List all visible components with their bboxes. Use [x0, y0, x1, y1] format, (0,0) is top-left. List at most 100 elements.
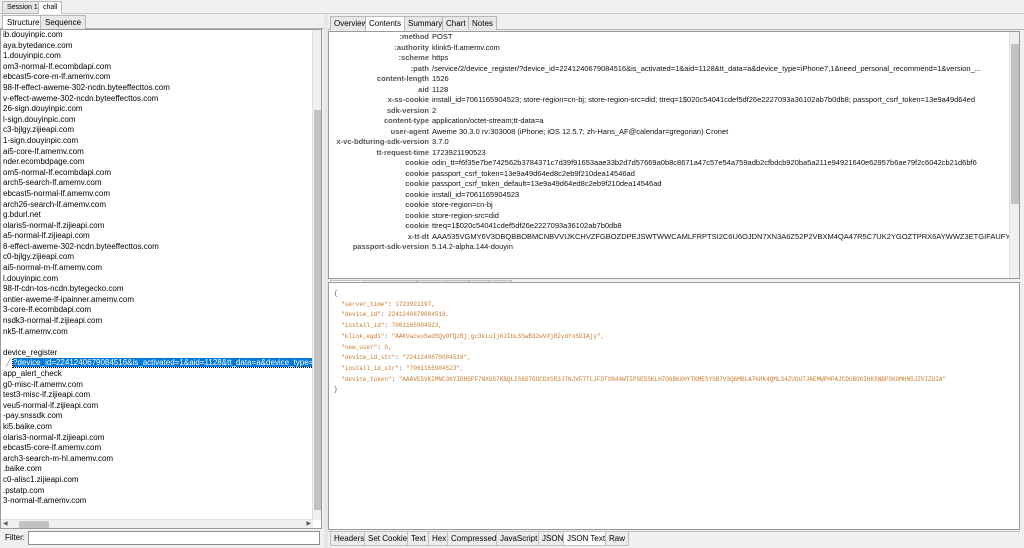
response-subtab-headers[interactable]: Headers — [330, 532, 369, 546]
header-row[interactable]: cookie store-region-src=did — [329, 211, 1009, 222]
tree-row[interactable]: arch3-search-m-hl.amemv.com — [1, 454, 313, 465]
tree-row[interactable]: ib.douyinpic.com — [1, 30, 313, 41]
header-row[interactable]: cookie store-region=cn-bj — [329, 200, 1009, 211]
tree-row[interactable]: ebcast5-core-m-lf.amemv.com — [1, 72, 313, 83]
tree-row[interactable]: 1.douyinpic.com — [1, 51, 313, 62]
tree-row[interactable]: 1-sign.douyinpic.com — [1, 136, 313, 147]
tab-notes[interactable]: Notes — [468, 16, 497, 30]
headers-vertical-scrollbar[interactable] — [1009, 32, 1019, 278]
tab-contents[interactable]: Contents — [365, 16, 406, 31]
tab-chall[interactable]: chall — [38, 1, 63, 14]
json-value: "7061165904523", — [406, 364, 464, 372]
json-line: "install_id": 7061165904523, — [341, 322, 443, 330]
tab-chart[interactable]: Chart — [442, 16, 470, 30]
header-row[interactable]: cookie install_id=7061165904523 — [329, 190, 1009, 201]
tree-row[interactable]: nder.ecombdpage.com — [1, 157, 313, 168]
scroll-right-icon[interactable]: ▶ — [306, 520, 311, 528]
tree-row[interactable]: ki5.baike.com — [1, 422, 313, 433]
tree-row[interactable]: app_alert_check — [1, 369, 313, 380]
tree-row[interactable]: veu5-normal-lf.zijieapi.com — [1, 401, 313, 412]
tree-row[interactable]: g0-misc-lf.amemv.com — [1, 380, 313, 391]
header-value: /service/2/device_register/?device_id=22… — [432, 63, 982, 73]
response-subtab-text[interactable]: Text — [407, 532, 430, 546]
tree-row[interactable]: olaris3-normal-lf.zijieapi.com — [1, 433, 313, 444]
tab-sequence[interactable]: Sequence — [40, 15, 87, 29]
tree-row[interactable]: c0-bjlgy.zijieapi.com — [1, 252, 313, 263]
tree-row[interactable]: l.douyinpic.com — [1, 274, 313, 285]
header-row[interactable]: cookie passport_csrf_token=13e9a49d64ed8c… — [329, 169, 1009, 180]
header-row[interactable]: x-tt-dt AAA535VGMY6V3DBQBBOBMCNBVVIJKCHVZ… — [329, 232, 1009, 243]
tree-row[interactable]: ╱ ?device_id=2241240679084516&is_activat… — [1, 358, 313, 369]
header-row[interactable]: sdk-version 2 — [329, 106, 1009, 117]
tab-structure[interactable]: Structure — [2, 15, 45, 30]
tree-row[interactable]: test3-misc-lf.zijieapi.com — [1, 390, 313, 401]
tree-horizontal-scrollbar[interactable]: ◀ ▶ — [1, 519, 313, 528]
header-row[interactable]: content-type application/octet-stream;tt-… — [329, 116, 1009, 127]
response-subtab-set-cookie[interactable]: Set Cookie — [364, 532, 412, 546]
header-row[interactable]: x-vc-bdturing-sdk-version 3.7.0 — [329, 137, 1009, 148]
header-row[interactable]: cookie passport_csrf_token_default=13e9a4… — [329, 179, 1009, 190]
tree-row[interactable]: 8-effect-aweme-302-ncdn.byteeffecttos.co… — [1, 242, 313, 253]
filter-input[interactable] — [28, 531, 320, 545]
response-subtab-javascript[interactable]: JavaScript — [496, 532, 542, 546]
headers-vertical-scroll-thumb[interactable] — [1011, 44, 1019, 204]
header-row[interactable]: :authority klink5-lf.amemv.com — [329, 43, 1009, 54]
tree-vertical-scrollbar[interactable] — [312, 30, 321, 520]
header-row[interactable]: :path/service/2/device_register/?device_… — [329, 64, 1009, 75]
json-key: "install_id_str" — [341, 364, 399, 372]
tree-row[interactable]: ai5-normal-m-lf.amemv.com — [1, 263, 313, 274]
tree-row[interactable]: v-effect-aweme-302-ncdn.byteeffecttos.co… — [1, 94, 313, 105]
tree-row[interactable]: g.bdurl.net — [1, 210, 313, 221]
tree-row[interactable]: c3-bjlgy.zijieapi.com — [1, 125, 313, 136]
tab-session-1[interactable]: Session 1 — [2, 1, 43, 14]
header-row[interactable]: aid 1128 — [329, 85, 1009, 96]
tree-row[interactable]: c0-alisc1.zijieapi.com — [1, 475, 313, 486]
header-row[interactable]: passport-sdk-version 5.14.2-alpha.144-dou… — [329, 242, 1009, 253]
tree-row[interactable] — [1, 337, 313, 348]
header-row[interactable]: user-agent Aweme 30.3.0 rv:303008 (iPhone… — [329, 127, 1009, 138]
tree-row[interactable]: .baike.com — [1, 464, 313, 475]
json-key: "server_time" — [341, 300, 389, 308]
tree-row[interactable]: ai5-core-lf.amemv.com — [1, 147, 313, 158]
tree-row[interactable]: 3-core-lf.ecombdapi.com — [1, 305, 313, 316]
header-row[interactable]: x-ss-cookie install_id=7061165904523; sto… — [329, 95, 1009, 106]
header-name: passport-sdk-version — [352, 242, 429, 251]
tree-row[interactable]: aya.bytedance.com — [1, 41, 313, 52]
header-row[interactable]: :method POST — [329, 32, 1009, 43]
tree-row[interactable]: ebcast5-normal-lf.amemv.com — [1, 189, 313, 200]
tree-row[interactable]: nk5-lf.amemv.com — [1, 327, 313, 338]
tree-row[interactable]: nsdk3-normal-lf.zijieapi.com — [1, 316, 313, 327]
tree-row[interactable]: arch5-search-lf.amemv.com — [1, 178, 313, 189]
tree-row[interactable]: om5-normal-lf.ecombdapi.com — [1, 168, 313, 179]
response-subtab-compressed[interactable]: Compressed — [447, 532, 501, 546]
tree-row[interactable]: ontier-aweme-lf-ipainner.amemv.com — [1, 295, 313, 306]
header-row[interactable]: tt-request-time 1723921190523 — [329, 148, 1009, 159]
tree-row[interactable]: device_register — [1, 348, 313, 359]
tree-row[interactable]: om3-normal-lf.ecombdapi.com — [1, 62, 313, 73]
tree-vertical-scroll-thumb[interactable] — [314, 110, 321, 510]
selected-request-label[interactable]: ?device_id=2241240679084516&is_activated… — [12, 358, 313, 369]
header-row[interactable]: cookie odin_tt=f6f35e7be742562b3784371c7d… — [329, 158, 1009, 169]
json-line: "server_time": 1723921197, — [341, 300, 435, 308]
tree-row[interactable]: .pstatp.com — [1, 486, 313, 497]
header-row[interactable]: content-length 1526 — [329, 74, 1009, 85]
header-name: cookie — [405, 210, 429, 220]
tree-row[interactable]: olaris5-normal-lf.zijieapi.com — [1, 221, 313, 232]
tree-row[interactable]: -pay.snssdk.com — [1, 411, 313, 422]
json-value: 2241240679084516, — [388, 311, 450, 319]
response-subtab-json-text[interactable]: JSON Text — [563, 532, 610, 546]
scroll-left-icon[interactable]: ◀ — [3, 520, 8, 528]
tree-row[interactable]: a5-normal-lf.zijieapi.com — [1, 231, 313, 242]
tree-row[interactable]: ebcast5-core-lf.amemv.com — [1, 443, 313, 454]
tree-row[interactable]: 3-normal-lf.amemv.com — [1, 496, 313, 507]
tree-row[interactable]: 98-lf-cdn-tos-ncdn.bytegecko.com — [1, 284, 313, 295]
tree-row[interactable]: 98-lf-effect-aweme-302-ncdn.byteeffectto… — [1, 83, 313, 94]
tree-row[interactable]: l-sign.douyinpic.com — [1, 115, 313, 126]
tree-row[interactable]: 26-sign.douyinpic.com — [1, 104, 313, 115]
tree-row[interactable]: arch26-search-lf.amemv.com — [1, 200, 313, 211]
header-row[interactable]: cookie ttreq=1$020c54041cdef5df26e2227093… — [329, 221, 1009, 232]
tab-summary[interactable]: Summary — [404, 16, 447, 30]
response-subtab-raw[interactable]: Raw — [605, 532, 630, 546]
tree-horizontal-scroll-thumb[interactable] — [19, 521, 49, 528]
header-row[interactable]: :scheme https — [329, 53, 1009, 64]
